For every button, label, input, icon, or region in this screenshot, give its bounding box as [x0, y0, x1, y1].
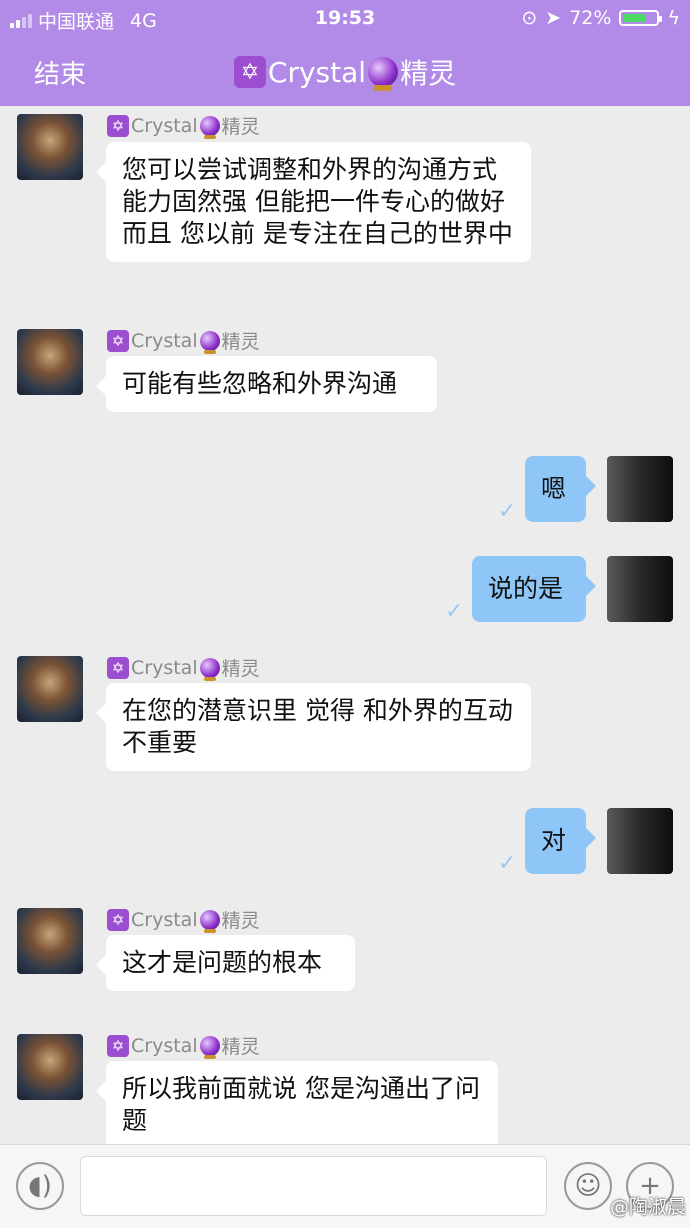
battery-icon: [619, 10, 663, 26]
star-of-david-icon: ✡: [107, 656, 129, 679]
location-icon: ➤: [545, 7, 562, 29]
sender-name: ✡ Crystal 精灵: [107, 654, 260, 681]
crystal-ball-icon: [199, 1035, 220, 1059]
sender-suffix-text: 精灵: [221, 331, 260, 353]
status-right: ⊙ ➤ 72% ϟ: [521, 7, 680, 29]
star-of-david-icon: ✡: [107, 329, 129, 352]
my-message-bubble[interactable]: 说的是: [472, 556, 596, 622]
my-avatar[interactable]: [607, 556, 673, 622]
sender-name-text: Crystal: [131, 1034, 198, 1057]
chat-title: ✡ Crystal 精灵: [0, 52, 690, 92]
sender-suffix-text: 精灵: [221, 1036, 260, 1058]
sender-name-text: Crystal: [131, 114, 198, 137]
crystal-ball-icon: [368, 57, 399, 91]
sender-name-text: Crystal: [131, 656, 198, 679]
star-of-david-icon: ✡: [233, 56, 266, 88]
nav-bar: 结束 ✡ Crystal 精灵: [0, 36, 690, 106]
sender-name: ✡ Crystal 精灵: [107, 906, 260, 933]
sender-name-text: Crystal: [131, 908, 198, 931]
my-avatar[interactable]: [607, 808, 673, 874]
sender-name: ✡ Crystal 精灵: [107, 1032, 260, 1059]
bot-message-bubble[interactable]: 这才是问题的根本: [96, 935, 355, 991]
smiley-icon: ☺: [574, 1171, 602, 1201]
delivered-check-icon: ✓: [445, 599, 464, 624]
my-message-bubble[interactable]: 对: [525, 808, 596, 874]
bot-message-bubble[interactable]: 您可以尝试调整和外界的沟通方式 能力固然强 但能把一件专心的做好 而且 您以前 …: [96, 142, 531, 262]
sender-name: ✡ Crystal 精灵: [107, 112, 260, 139]
sender-name: ✡ Crystal 精灵: [107, 327, 260, 354]
sender-suffix-text: 精灵: [221, 658, 260, 680]
bot-message-bubble[interactable]: 可能有些忽略和外界沟通: [96, 356, 437, 412]
bot-message-bubble[interactable]: 所以我前面就说 您是沟通出了问题: [96, 1061, 498, 1144]
rotation-lock-icon: ⊙: [521, 7, 538, 29]
delivered-check-icon: ✓: [498, 499, 517, 524]
delivered-check-icon: ✓: [498, 851, 517, 876]
input-bar: ◖) ☺ +: [0, 1144, 690, 1228]
sender-suffix-text: 精灵: [221, 910, 260, 932]
sender-suffix-text: 精灵: [221, 116, 260, 138]
star-of-david-icon: ✡: [107, 1034, 129, 1057]
crystal-ball-icon: [199, 909, 220, 933]
voice-button[interactable]: ◖): [16, 1162, 64, 1210]
bot-avatar[interactable]: [17, 114, 83, 180]
status-bar: 中国联通 4G 19:53 ⊙ ➤ 72% ϟ: [0, 0, 690, 36]
bot-avatar[interactable]: [17, 329, 83, 395]
crystal-ball-icon: [199, 115, 220, 139]
my-avatar[interactable]: [607, 456, 673, 522]
star-of-david-icon: ✡: [107, 908, 129, 931]
bot-avatar[interactable]: [17, 908, 83, 974]
battery-percent: 72%: [569, 7, 612, 29]
watermark: @陶淑晨: [609, 1196, 686, 1218]
title-suffix: 精灵: [400, 57, 457, 90]
chat-area[interactable]: ✡ Crystal 精灵 您可以尝试调整和外界的沟通方式 能力固然强 但能把一件…: [0, 106, 690, 1144]
title-name: Crystal: [267, 55, 367, 89]
battery-fill: [623, 14, 647, 22]
emoji-button[interactable]: ☺: [564, 1162, 612, 1210]
bot-message-bubble[interactable]: 在您的潜意识里 觉得 和外界的互动不重要: [96, 683, 531, 771]
bot-avatar[interactable]: [17, 656, 83, 722]
charging-icon: ϟ: [667, 7, 680, 29]
bot-avatar[interactable]: [17, 1034, 83, 1100]
crystal-ball-icon: [199, 330, 220, 354]
voice-icon: ◖): [28, 1171, 52, 1201]
message-input[interactable]: [80, 1156, 547, 1216]
sender-name-text: Crystal: [131, 329, 198, 352]
my-message-bubble[interactable]: 嗯: [525, 456, 596, 522]
crystal-ball-icon: [199, 657, 220, 681]
star-of-david-icon: ✡: [107, 114, 129, 137]
